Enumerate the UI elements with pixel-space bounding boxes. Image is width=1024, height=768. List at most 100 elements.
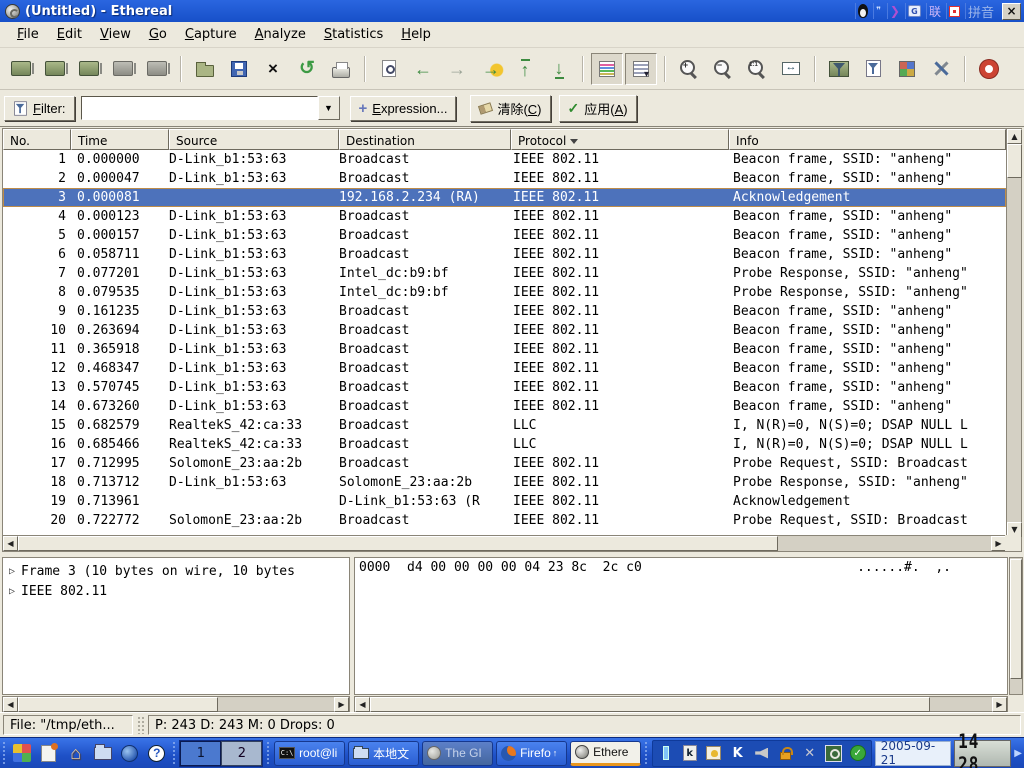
save-capture-file-button[interactable] — [223, 53, 255, 85]
capture-stop-button[interactable] — [107, 53, 139, 85]
coloring-rules-dialog-button[interactable] — [891, 53, 923, 85]
packet-row-15[interactable]: 150.682579RealtekS_42:ca:33BroadcastLLCI… — [3, 416, 1006, 435]
task-button-[interactable]: 本地文 — [348, 741, 419, 766]
display-filter-dialog-button[interactable] — [857, 53, 889, 85]
capture-start-button[interactable] — [73, 53, 105, 85]
scroll-right-arrow[interactable]: ▶ — [992, 697, 1007, 712]
column-header-info[interactable]: Info — [729, 129, 1006, 150]
close-button[interactable]: × — [1002, 3, 1021, 20]
packet-row-7[interactable]: 70.077201D-Link_b1:53:63Intel_dc:b9:bfIE… — [3, 264, 1006, 283]
ime-pepper-icon[interactable]: ❯ — [887, 3, 902, 19]
column-header-time[interactable]: Time — [71, 129, 169, 150]
hscroll-thumb[interactable] — [18, 697, 218, 712]
menu-analyze[interactable]: Analyze — [246, 24, 315, 45]
filter-dropdown-button[interactable]: ▼ — [318, 96, 340, 120]
packet-row-2[interactable]: 20.000047D-Link_b1:53:63BroadcastIEEE 80… — [3, 169, 1006, 188]
ime-dots-icon[interactable]: ❞ — [873, 3, 884, 19]
column-header-source[interactable]: Source — [169, 129, 339, 150]
help-launcher-button[interactable]: ? — [145, 740, 169, 766]
menu-capture[interactable]: Capture — [176, 24, 246, 45]
packet-row-18[interactable]: 180.713712D-Link_b1:53:63SolomonE_23:aa:… — [3, 473, 1006, 492]
capture-interfaces-button[interactable] — [5, 53, 37, 85]
hex-pane-vscrollbar[interactable] — [1009, 557, 1023, 695]
packet-row-17[interactable]: 170.712995SolomonE_23:aa:2bBroadcastIEEE… — [3, 454, 1006, 473]
task-button-firefo[interactable]: Firefo↑ — [496, 741, 567, 766]
taskbar-handle[interactable] — [644, 741, 649, 765]
task-button-thegi[interactable]: The GI — [422, 741, 493, 766]
statusbar-resize-grip[interactable] — [137, 716, 144, 734]
volume-icon-wrap[interactable] — [752, 743, 772, 763]
auto-scroll-live-button[interactable] — [625, 53, 657, 85]
tree-row-frame[interactable]: ▷ Frame 3 (10 bytes on wire, 10 bytes — [3, 561, 349, 581]
packet-row-5[interactable]: 50.000157D-Link_b1:53:63BroadcastIEEE 80… — [3, 226, 1006, 245]
preferences-dialog-button[interactable] — [925, 53, 957, 85]
workspace-2[interactable]: 2 — [221, 741, 262, 766]
packet-row-19[interactable]: 190.713961D-Link_b1:53:63 (RIEEE 802.11A… — [3, 492, 1006, 511]
help-contents-button[interactable] — [973, 53, 1005, 85]
go-to-packet-button[interactable]: → — [475, 53, 507, 85]
home-launcher-button[interactable]: ⌂ — [64, 740, 88, 766]
packet-row-12[interactable]: 120.468347D-Link_b1:53:63BroadcastIEEE 8… — [3, 359, 1006, 378]
packet-list-vscrollbar[interactable]: ▲ ▼ — [1006, 129, 1021, 537]
taskbar-handle[interactable] — [266, 741, 271, 765]
go-back-button[interactable]: ← — [407, 53, 439, 85]
filter-button[interactable]: Filter: — [4, 96, 75, 121]
ime-keyboard-icon[interactable]: G — [905, 3, 923, 19]
expression-button[interactable]: + Expression... — [350, 96, 457, 121]
scim-input-icon-wrap[interactable] — [656, 743, 676, 763]
zoom-in-button[interactable]: + — [673, 53, 705, 85]
editor-launcher-button[interactable] — [37, 740, 61, 766]
detail-pane-hscrollbar[interactable]: ◀ ▶ — [2, 696, 350, 712]
vscroll-thumb[interactable] — [1010, 559, 1022, 679]
open-capture-file-button[interactable] — [189, 53, 221, 85]
menu-edit[interactable]: Edit — [48, 24, 91, 45]
hscroll-thumb[interactable] — [370, 697, 930, 712]
apply-filter-button[interactable]: ✓ 应用(A) — [559, 95, 637, 122]
capture-filter-dialog-button[interactable] — [823, 53, 855, 85]
menu-statistics[interactable]: Statistics — [315, 24, 392, 45]
packet-row-9[interactable]: 90.161235D-Link_b1:53:63BroadcastIEEE 80… — [3, 302, 1006, 321]
scroll-up-arrow[interactable]: ▲ — [1007, 129, 1022, 144]
packet-row-14[interactable]: 140.673260D-Link_b1:53:63BroadcastIEEE 8… — [3, 397, 1006, 416]
clear-filter-button[interactable]: 清除(C) — [470, 95, 550, 122]
packet-row-11[interactable]: 110.365918D-Link_b1:53:63BroadcastIEEE 8… — [3, 340, 1006, 359]
menu-view[interactable]: View — [91, 24, 140, 45]
task-button-rootli[interactable]: C:\root@li — [274, 741, 345, 766]
capture-options-button[interactable] — [39, 53, 71, 85]
zoom-out-button[interactable]: − — [707, 53, 739, 85]
reload-capture-file-button[interactable]: ↺ — [291, 53, 323, 85]
taskbar-expand-arrow[interactable]: ▶ — [1014, 748, 1022, 759]
filemanager-launcher-button[interactable] — [91, 740, 115, 766]
packet-row-4[interactable]: 40.000123D-Link_b1:53:63BroadcastIEEE 80… — [3, 207, 1006, 226]
browser-launcher-button[interactable] — [118, 740, 142, 766]
colorize-packet-list-button[interactable] — [591, 53, 623, 85]
screen-resize-icon-wrap[interactable]: ✕ — [800, 743, 820, 763]
taskbar-date[interactable]: 2005-09-21 — [875, 741, 951, 766]
column-header-destination[interactable]: Destination — [339, 129, 511, 150]
tree-row-ieee80211[interactable]: ▷ IEEE 802.11 — [3, 581, 349, 601]
start-menu-button[interactable] — [10, 740, 34, 766]
taskbar-clock[interactable]: 14 28 — [954, 740, 1011, 767]
find-packet-button[interactable] — [373, 53, 405, 85]
go-forward-button[interactable]: → — [441, 53, 473, 85]
go-to-bottom-button[interactable]: ↓ — [543, 53, 575, 85]
ime-lian-label[interactable]: 联 — [926, 3, 943, 19]
scroll-left-arrow[interactable]: ◀ — [3, 697, 18, 712]
packet-row-6[interactable]: 60.058711D-Link_b1:53:63BroadcastIEEE 80… — [3, 245, 1006, 264]
klipper-icon-wrap[interactable]: k — [680, 743, 700, 763]
column-header-no[interactable]: No. — [3, 129, 71, 150]
menu-help[interactable]: Help — [392, 24, 440, 45]
packet-row-10[interactable]: 100.263694D-Link_b1:53:63BroadcastIEEE 8… — [3, 321, 1006, 340]
kde-icon-wrap[interactable]: K — [728, 743, 748, 763]
expander-triangle-icon[interactable]: ▷ — [3, 566, 21, 577]
tux-icon[interactable] — [855, 3, 870, 19]
resize-columns-button[interactable] — [775, 53, 807, 85]
map-magnifier-icon-wrap[interactable] — [824, 743, 844, 763]
workspace-1[interactable]: 1 — [180, 741, 221, 766]
go-to-top-button[interactable]: ↑ — [509, 53, 541, 85]
packet-row-13[interactable]: 130.570745D-Link_b1:53:63BroadcastIEEE 8… — [3, 378, 1006, 397]
packet-list-hscrollbar[interactable]: ◀ ▶ — [3, 535, 1006, 551]
taskbar-handle[interactable] — [2, 741, 7, 765]
taskbar-handle[interactable] — [172, 741, 177, 765]
shield-check-icon-wrap[interactable]: ✓ — [848, 743, 868, 763]
